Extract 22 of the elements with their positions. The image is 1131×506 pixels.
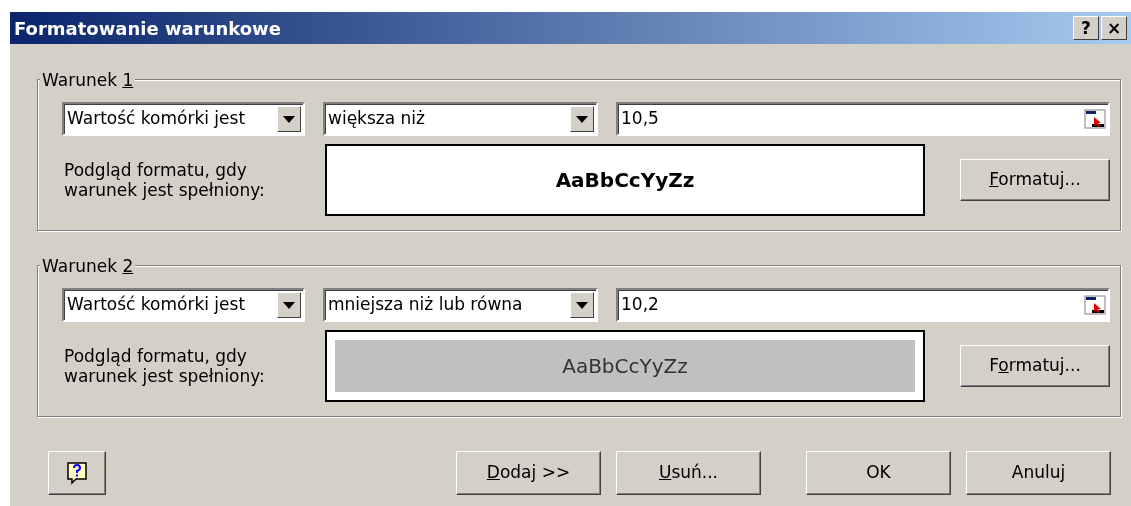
close-button[interactable]: × [1101,16,1127,40]
help-icon [66,461,88,486]
preview-sample: AaBbCcYyZz [335,340,915,392]
value-field[interactable]: 10,5 [616,102,1110,136]
dialog-button[interactable]: OK [806,451,951,495]
operator-dropdown[interactable]: większa niż [323,102,598,136]
preview-label: Podgląd formatu, gdy warunek jest spełniony: [63,160,266,200]
window-title: Formatowanie warunkowe [14,16,282,41]
dialog-button[interactable]: Usuń... [616,451,761,495]
help-button[interactable]: ? [1073,16,1099,40]
preview-label: Podgląd formatu, gdy warunek jest spełniony: [63,346,266,386]
operator-dropdown[interactable]: mniejsza niż lub równa [323,288,598,322]
condition-type-dropdown[interactable]: Wartość komórki jest [62,102,305,136]
range-select-icon [1084,292,1106,318]
format-button[interactable]: Formatuj... [960,345,1110,387]
condition-type-dropdown[interactable]: Wartość komórki jest [62,288,305,322]
format-button[interactable]: Formatuj... [960,159,1110,201]
help-button[interactable] [48,451,106,495]
range-select-icon [1084,106,1106,132]
dialog-button[interactable]: Anuluj [966,451,1111,495]
value-field[interactable]: 10,2 [616,288,1110,322]
dialog-button[interactable]: Dodaj >> [456,451,601,495]
